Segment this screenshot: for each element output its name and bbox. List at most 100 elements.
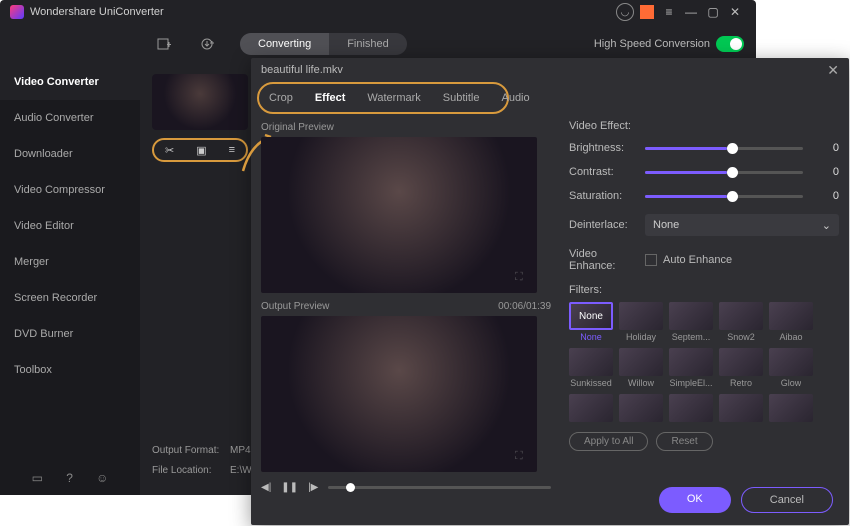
filter-thumb-10[interactable] xyxy=(569,394,613,424)
tab-subtitle[interactable]: Subtitle xyxy=(443,92,480,104)
saturation-label: Saturation: xyxy=(569,190,645,202)
prev-frame-icon[interactable]: ◀| xyxy=(261,482,271,493)
tab-audio[interactable]: Audio xyxy=(501,92,529,104)
auto-enhance-text: Auto Enhance xyxy=(663,254,732,266)
seek-slider[interactable] xyxy=(328,486,551,489)
original-preview: ⛶ xyxy=(261,137,537,293)
filter-thumb-11[interactable] xyxy=(619,394,663,424)
hsc-toggle[interactable] xyxy=(716,36,744,52)
filter-thumb-13[interactable] xyxy=(719,394,763,424)
filter-snow2[interactable]: Snow2 xyxy=(719,302,763,342)
location-value[interactable]: E:\W xyxy=(230,465,252,476)
tab-effect[interactable]: Effect xyxy=(315,92,346,104)
video-thumbnail[interactable] xyxy=(152,74,248,130)
cancel-button[interactable]: Cancel xyxy=(741,487,833,513)
brightness-label: Brightness: xyxy=(569,142,645,154)
apply-all-button[interactable]: Apply to All xyxy=(569,432,648,451)
deinterlace-label: Deinterlace: xyxy=(569,219,645,231)
filter-simpleel...[interactable]: SimpleEl... xyxy=(669,348,713,388)
crop-icon[interactable]: ▣ xyxy=(196,144,206,157)
effect-dialog: beautiful life.mkv ✕ Crop Effect Watermark… xyxy=(251,58,849,525)
saturation-slider[interactable] xyxy=(645,195,803,198)
sidebar-item-downloader[interactable]: Downloader xyxy=(0,136,140,172)
tab-converting[interactable]: Converting xyxy=(240,33,329,55)
transport-controls: ◀| ❚❚ |▶ xyxy=(261,482,551,493)
filter-aibao[interactable]: Aibao xyxy=(769,302,813,342)
tab-watermark[interactable]: Watermark xyxy=(367,92,420,104)
filter-thumb-14[interactable] xyxy=(769,394,813,424)
filter-holiday[interactable]: Holiday xyxy=(619,302,663,342)
filters-label: Filters: xyxy=(569,284,839,296)
preview-time: 00:06/01:39 xyxy=(498,301,551,312)
filter-none[interactable]: NoneNone xyxy=(569,302,613,342)
sidebar-item-merger[interactable]: Merger xyxy=(0,244,140,280)
format-value[interactable]: MP4 xyxy=(230,445,251,456)
status-segmented: Converting Finished xyxy=(240,33,407,55)
filter-thumb-12[interactable] xyxy=(669,394,713,424)
dialog-header: beautiful life.mkv ✕ xyxy=(251,58,849,82)
contrast-slider[interactable] xyxy=(645,171,803,174)
brightness-value: 0 xyxy=(813,142,839,154)
trim-icon[interactable]: ✂ xyxy=(165,144,174,157)
download-button[interactable] xyxy=(196,32,220,56)
filter-sunkissed[interactable]: Sunkissed xyxy=(569,348,613,388)
sidebar-item-video-compressor[interactable]: Video Compressor xyxy=(0,172,140,208)
ok-button[interactable]: OK xyxy=(659,487,731,513)
thumb-tools: ✂ ▣ ≡ xyxy=(152,138,248,162)
tab-crop[interactable]: Crop xyxy=(269,92,293,104)
close-icon[interactable]: ✕ xyxy=(724,1,746,23)
help-icon[interactable]: ? xyxy=(66,471,73,485)
tutorial-icon[interactable]: ▭ xyxy=(32,471,43,485)
output-info: Output Format:MP4 File Location:E:\W xyxy=(152,441,252,481)
hsc-label: High Speed Conversion xyxy=(594,38,710,50)
preview-column: Original Preview ⛶ Output Preview 00:06/0… xyxy=(261,120,551,521)
brightness-slider[interactable] xyxy=(645,147,803,150)
sidebar-item-screen-recorder[interactable]: Screen Recorder xyxy=(0,280,140,316)
dialog-tabs: CropEffectWatermarkSubtitleAudio xyxy=(257,82,509,114)
add-file-button[interactable] xyxy=(152,32,176,56)
filter-retro[interactable]: Retro xyxy=(719,348,763,388)
titlebar: Wondershare UniConverter ◡ ≡ — ▢ ✕ xyxy=(0,0,756,24)
chevron-down-icon: ⌄ xyxy=(822,219,831,232)
contrast-label: Contrast: xyxy=(569,166,645,178)
feedback-icon[interactable]: ☺ xyxy=(96,471,108,485)
sidebar-item-toolbox[interactable]: Toolbox xyxy=(0,352,140,388)
watermark-icon: ⛶ xyxy=(515,271,531,287)
watermark-icon: ⛶ xyxy=(515,450,531,466)
menu-icon[interactable]: ≡ xyxy=(658,1,680,23)
dialog-close-icon[interactable]: ✕ xyxy=(827,62,839,79)
dialog-filename: beautiful life.mkv xyxy=(261,64,343,76)
app-title: Wondershare UniConverter xyxy=(30,6,164,18)
contrast-value: 0 xyxy=(813,166,839,178)
sidebar: Video ConverterAudio ConverterDownloader… xyxy=(0,64,140,495)
enhance-label: Video Enhance: xyxy=(569,248,645,272)
sidebar-item-dvd-burner[interactable]: DVD Burner xyxy=(0,316,140,352)
account-icon[interactable]: ◡ xyxy=(614,1,636,23)
maximize-icon[interactable]: ▢ xyxy=(702,1,724,23)
video-effect-label: Video Effect: xyxy=(569,120,839,132)
next-frame-icon[interactable]: |▶ xyxy=(308,482,318,493)
filter-glow[interactable]: Glow xyxy=(769,348,813,388)
filters-grid: NoneNoneHolidaySeptem...Snow2Aibao Sunkis… xyxy=(569,302,839,424)
tab-finished[interactable]: Finished xyxy=(329,33,407,55)
auto-enhance-checkbox[interactable] xyxy=(645,254,657,266)
pause-icon[interactable]: ❚❚ xyxy=(281,482,298,493)
sidebar-item-video-editor[interactable]: Video Editor xyxy=(0,208,140,244)
minimize-icon[interactable]: — xyxy=(680,1,702,23)
output-preview: ⛶ xyxy=(261,316,537,472)
saturation-value: 0 xyxy=(813,190,839,202)
sidebar-item-video-converter[interactable]: Video Converter xyxy=(0,64,140,100)
location-label: File Location: xyxy=(152,461,230,481)
original-preview-label: Original Preview xyxy=(261,122,334,133)
gift-icon[interactable] xyxy=(636,1,658,23)
filter-septem...[interactable]: Septem... xyxy=(669,302,713,342)
sidebar-item-audio-converter[interactable]: Audio Converter xyxy=(0,100,140,136)
app-logo-icon xyxy=(10,5,24,19)
effect-controls: Video Effect: Brightness: 0 Contrast: 0 Sa… xyxy=(551,120,839,521)
output-preview-label: Output Preview xyxy=(261,301,329,312)
effect-icon[interactable]: ≡ xyxy=(229,144,235,156)
filter-willow[interactable]: Willow xyxy=(619,348,663,388)
deinterlace-select[interactable]: None⌄ xyxy=(645,214,839,236)
format-label: Output Format: xyxy=(152,441,230,461)
reset-button[interactable]: Reset xyxy=(656,432,712,451)
